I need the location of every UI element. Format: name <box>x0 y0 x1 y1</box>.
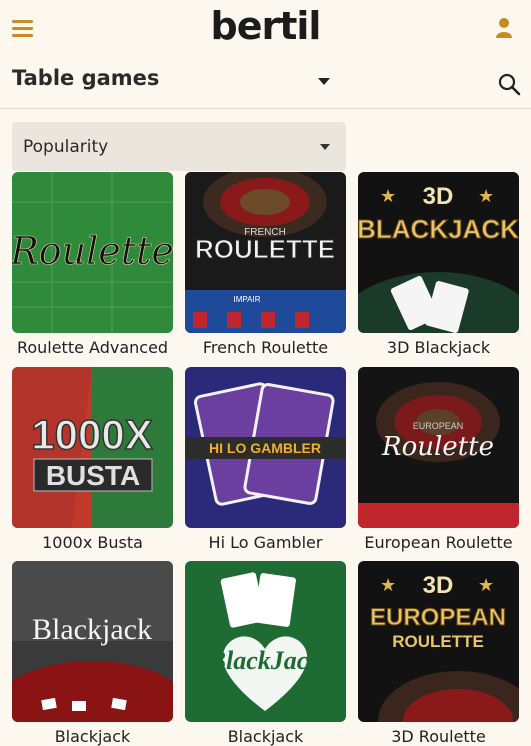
thumb-title: EUROPEAN <box>370 604 506 631</box>
game-thumbnail: HI LO GAMBLER <box>185 367 346 528</box>
game-card[interactable]: Blackjack Blackjack <box>12 561 173 746</box>
game-title[interactable]: Blackjack <box>6 727 179 746</box>
game-thumbnail: FRENCH ROULETTE IMPAIR <box>185 172 346 333</box>
thumb-title: Roulette <box>381 432 494 462</box>
thumb-title: ROULETTE <box>195 234 335 264</box>
svg-text:★: ★ <box>478 575 494 596</box>
game-thumbnail: Blackjack <box>12 561 173 722</box>
thumb-subtitle: 3D <box>423 572 454 599</box>
game-thumbnail: EUROPEAN Roulette <box>358 367 519 528</box>
thumb-extra: ROULETTE <box>392 632 484 651</box>
thumb-subtitle: BUSTA <box>46 460 140 491</box>
thumb-title: BlackJack <box>208 646 322 675</box>
search-icon[interactable] <box>497 72 521 96</box>
game-title[interactable]: French Roulette <box>179 338 352 357</box>
game-card[interactable]: BlackJack Blackjack <box>185 561 346 746</box>
thumb-title: Blackjack <box>32 613 152 646</box>
game-card[interactable]: EUROPEAN Roulette European Roulette <box>358 367 519 552</box>
game-title[interactable]: Hi Lo Gambler <box>179 533 352 552</box>
svg-text:★: ★ <box>478 186 494 207</box>
game-thumbnail: ★ ★ 3D BLACKJACK <box>358 172 519 333</box>
game-thumbnail: ★ ★ 3D EUROPEAN ROULETTE <box>358 561 519 722</box>
svg-text:★: ★ <box>380 575 396 596</box>
thumb-extra: IMPAIR <box>234 295 261 304</box>
game-thumbnail: 1000X BUSTA <box>12 367 173 528</box>
sort-dropdown[interactable]: Popularity <box>12 122 346 171</box>
thumb-title: 1000X <box>31 411 152 458</box>
game-card[interactable]: 1000X BUSTA 1000x Busta <box>12 367 173 552</box>
thumb-subtitle: 3D <box>423 183 454 210</box>
thumb-title: Roulette <box>12 229 173 273</box>
game-card[interactable]: ★ ★ 3D BLACKJACK 3D Blackjack <box>358 172 519 357</box>
thumb-subtitle: EUROPEAN <box>413 421 464 431</box>
game-card[interactable]: FRENCH ROULETTE IMPAIR French Roulette <box>185 172 346 357</box>
game-thumbnail: BlackJack <box>185 561 346 722</box>
game-title[interactable]: 3D Blackjack <box>352 338 525 357</box>
game-card[interactable]: Roulette Roulette Advanced <box>12 172 173 357</box>
game-card[interactable]: ★ ★ 3D EUROPEAN ROULETTE 3D Roulette <box>358 561 519 746</box>
user-icon[interactable] <box>495 17 513 39</box>
category-bar: Table games <box>0 58 531 109</box>
thumb-title: BLACKJACK <box>358 214 519 244</box>
game-title[interactable]: European Roulette <box>352 533 525 552</box>
game-thumbnail: Roulette <box>12 172 173 333</box>
sort-selected-value: Popularity <box>23 137 109 157</box>
top-bar: bertil <box>0 0 531 58</box>
game-title[interactable]: Blackjack <box>179 727 352 746</box>
game-title[interactable]: Roulette Advanced <box>6 338 179 357</box>
game-title[interactable]: 3D Roulette <box>352 727 525 746</box>
game-card[interactable]: HI LO GAMBLER Hi Lo Gambler <box>185 367 346 552</box>
svg-text:★: ★ <box>380 186 396 207</box>
thumb-title: HI LO GAMBLER <box>209 440 321 456</box>
game-title[interactable]: 1000x Busta <box>6 533 179 552</box>
caret-down-icon <box>320 144 330 150</box>
site-logo[interactable]: bertil <box>0 4 531 48</box>
page-title: Table games <box>12 66 160 90</box>
caret-down-icon[interactable] <box>318 78 330 85</box>
